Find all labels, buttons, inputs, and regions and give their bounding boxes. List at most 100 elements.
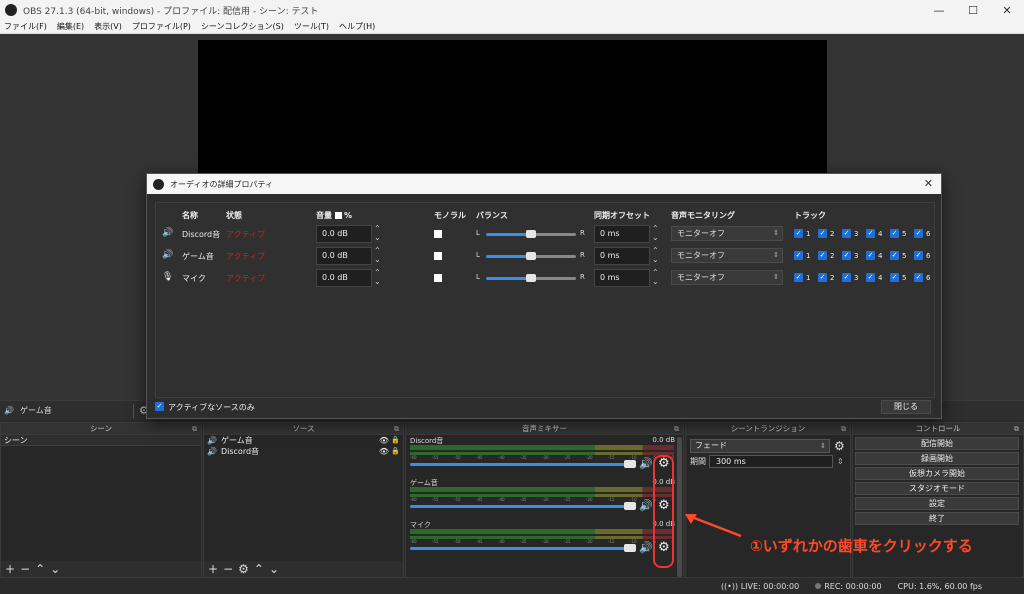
- remove-source-icon[interactable]: −: [223, 562, 233, 576]
- row-name: マイク: [182, 274, 206, 283]
- track-5-checkbox[interactable]: ✓ 5: [890, 229, 906, 238]
- monitoring-select[interactable]: モニターオフ ⇕: [671, 226, 783, 241]
- monitoring-select[interactable]: モニターオフ ⇕: [671, 270, 783, 285]
- mono-checkbox[interactable]: [434, 230, 442, 238]
- header-monitoring: 音声モニタリング: [671, 211, 735, 220]
- move-up-icon[interactable]: ⌃: [254, 562, 264, 576]
- close-button[interactable]: 閉じる: [881, 400, 931, 414]
- studio-mode-button[interactable]: スタジオモード: [855, 482, 1019, 495]
- menu-view[interactable]: 表示(V): [94, 21, 122, 32]
- track-6-checkbox[interactable]: ✓ 6: [914, 229, 930, 238]
- track-6-checkbox[interactable]: ✓ 6: [914, 251, 930, 260]
- percent-checkbox[interactable]: [335, 212, 342, 219]
- menu-scene-collection[interactable]: シーンコレクション(S): [201, 21, 284, 32]
- gear-icon[interactable]: ⚙: [834, 439, 845, 453]
- sync-offset-input[interactable]: 0 ms: [594, 247, 650, 265]
- move-down-icon[interactable]: ⌄: [269, 562, 279, 576]
- speaker-icon[interactable]: 🔊: [639, 541, 653, 554]
- track-1-checkbox[interactable]: ✓ 1: [794, 229, 810, 238]
- speaker-icon[interactable]: 🔊: [639, 499, 653, 512]
- spinner-icon[interactable]: ⇕: [837, 457, 844, 466]
- balance-handle[interactable]: [526, 230, 536, 238]
- menu-file[interactable]: ファイル(F): [4, 21, 47, 32]
- volume-fader[interactable]: [410, 463, 634, 466]
- volume-input[interactable]: 0.0 dB: [316, 269, 372, 287]
- settings-button[interactable]: 設定: [855, 497, 1019, 510]
- spinner-icon[interactable]: ⌃ ⌄: [652, 268, 659, 286]
- remove-scene-icon[interactable]: −: [20, 562, 30, 576]
- volume-input[interactable]: 0.0 dB: [316, 247, 372, 265]
- duration-input[interactable]: 300 ms: [709, 455, 833, 468]
- table-row: 🔊 ゲーム音 アクティブ 0.0 dB ⌃ ⌄ L R 0 ms ⌃ ⌄ モニターオ…: [156, 246, 936, 265]
- spinner-icon[interactable]: ⌃ ⌄: [652, 224, 659, 242]
- track-3-checkbox[interactable]: ✓ 3: [842, 273, 858, 282]
- add-scene-icon[interactable]: +: [5, 562, 15, 576]
- eye-icon[interactable]: 👁: [379, 446, 389, 457]
- exit-button[interactable]: 終了: [855, 512, 1019, 525]
- track-3-checkbox[interactable]: ✓ 3: [842, 251, 858, 260]
- track-1-checkbox[interactable]: ✓ 1: [794, 251, 810, 260]
- lock-icon[interactable]: 🔒: [391, 446, 400, 457]
- volume-input[interactable]: 0.0 dB: [316, 225, 372, 243]
- sources-dock-title: ソース: [292, 424, 315, 433]
- move-down-icon[interactable]: ⌄: [50, 562, 60, 576]
- float-icon[interactable]: ⧉: [192, 423, 197, 435]
- spinner-icon[interactable]: ⌃ ⌄: [374, 246, 381, 264]
- minimize-button[interactable]: —: [922, 0, 956, 20]
- maximize-button[interactable]: ☐: [956, 0, 990, 20]
- active-only-checkbox[interactable]: ✓: [155, 402, 164, 411]
- sync-offset-input[interactable]: 0 ms: [594, 269, 650, 287]
- source-item[interactable]: 🔊 ゲーム音 👁 🔒: [204, 435, 403, 446]
- float-icon[interactable]: ⧉: [841, 423, 846, 435]
- mixer-scrollbar[interactable]: [677, 437, 682, 577]
- track-3-checkbox[interactable]: ✓ 3: [842, 229, 858, 238]
- mono-checkbox[interactable]: [434, 252, 442, 260]
- track-4-checkbox[interactable]: ✓ 4: [866, 251, 882, 260]
- preview-canvas[interactable]: [198, 40, 827, 184]
- track-1-checkbox[interactable]: ✓ 1: [794, 273, 810, 282]
- menu-edit[interactable]: 編集(E): [57, 21, 84, 32]
- close-icon[interactable]: ✕: [924, 177, 933, 190]
- volume-fader[interactable]: [410, 505, 634, 508]
- add-source-icon[interactable]: +: [208, 562, 218, 576]
- float-icon[interactable]: ⧉: [1014, 423, 1019, 435]
- move-up-icon[interactable]: ⌃: [35, 562, 45, 576]
- track-4-checkbox[interactable]: ✓ 4: [866, 229, 882, 238]
- menu-help[interactable]: ヘルプ(H): [339, 21, 375, 32]
- speaker-icon[interactable]: 🔊: [639, 457, 653, 470]
- close-window-button[interactable]: ✕: [990, 0, 1024, 20]
- fader-handle[interactable]: [624, 502, 636, 510]
- balance-handle[interactable]: [526, 252, 536, 260]
- spinner-icon[interactable]: ⌃ ⌄: [374, 224, 381, 242]
- track-4-checkbox[interactable]: ✓ 4: [866, 273, 882, 282]
- source-properties-gear-icon[interactable]: ⚙: [238, 562, 249, 576]
- track-2-checkbox[interactable]: ✓ 2: [818, 229, 834, 238]
- track-5-checkbox[interactable]: ✓ 5: [890, 251, 906, 260]
- menu-tools[interactable]: ツール(T): [294, 21, 329, 32]
- start-virtual-camera-button[interactable]: 仮想カメラ開始: [855, 467, 1019, 480]
- menu-profile[interactable]: プロファイル(P): [132, 21, 191, 32]
- eye-icon[interactable]: 👁: [379, 435, 389, 446]
- float-icon[interactable]: ⧉: [394, 423, 399, 435]
- mono-checkbox[interactable]: [434, 274, 442, 282]
- sync-offset-input[interactable]: 0 ms: [594, 225, 650, 243]
- scene-item[interactable]: シーン: [1, 435, 201, 446]
- source-item[interactable]: 🔊 Discord音 👁 🔒: [204, 446, 403, 457]
- spinner-icon[interactable]: ⌃ ⌄: [374, 268, 381, 286]
- monitoring-select[interactable]: モニターオフ ⇕: [671, 248, 783, 263]
- start-streaming-button[interactable]: 配信開始: [855, 437, 1019, 450]
- transition-select[interactable]: フェード ⇕: [690, 439, 830, 453]
- track-5-checkbox[interactable]: ✓ 5: [890, 273, 906, 282]
- lock-icon[interactable]: 🔒: [391, 435, 400, 446]
- track-2-checkbox[interactable]: ✓ 2: [818, 273, 834, 282]
- spinner-icon[interactable]: ⌃ ⌄: [652, 246, 659, 264]
- float-icon[interactable]: ⧉: [674, 423, 679, 435]
- volume-fader[interactable]: [410, 547, 634, 550]
- fader-handle[interactable]: [624, 460, 636, 468]
- balance-right-label: R: [580, 273, 585, 281]
- start-recording-button[interactable]: 録画開始: [855, 452, 1019, 465]
- track-6-checkbox[interactable]: ✓ 6: [914, 273, 930, 282]
- balance-handle[interactable]: [526, 274, 536, 282]
- track-2-checkbox[interactable]: ✓ 2: [818, 251, 834, 260]
- fader-handle[interactable]: [624, 544, 636, 552]
